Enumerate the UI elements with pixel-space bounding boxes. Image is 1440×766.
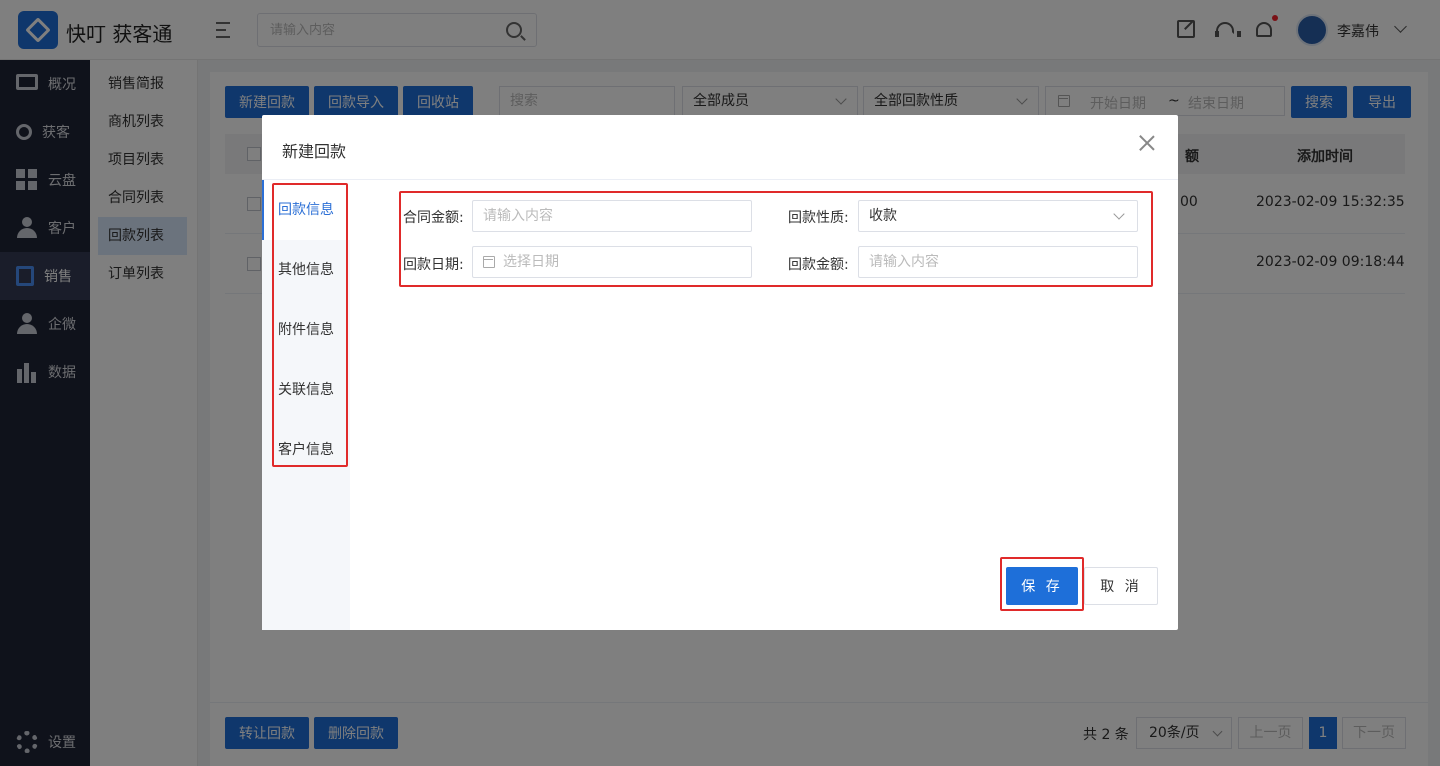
dialog-title: 新建回款 bbox=[282, 142, 347, 161]
close-icon[interactable] bbox=[1137, 133, 1157, 153]
highlight-box-tabs bbox=[272, 183, 348, 467]
dialog-divider bbox=[262, 179, 1178, 180]
highlight-box-form bbox=[399, 191, 1153, 287]
cancel-button[interactable]: 取 消 bbox=[1084, 567, 1158, 605]
highlight-box-save bbox=[1000, 557, 1084, 611]
new-payment-dialog: 新建回款 回款信息 其他信息 附件信息 关联信息 客户信息 合同金额: 回款性质… bbox=[262, 115, 1178, 630]
